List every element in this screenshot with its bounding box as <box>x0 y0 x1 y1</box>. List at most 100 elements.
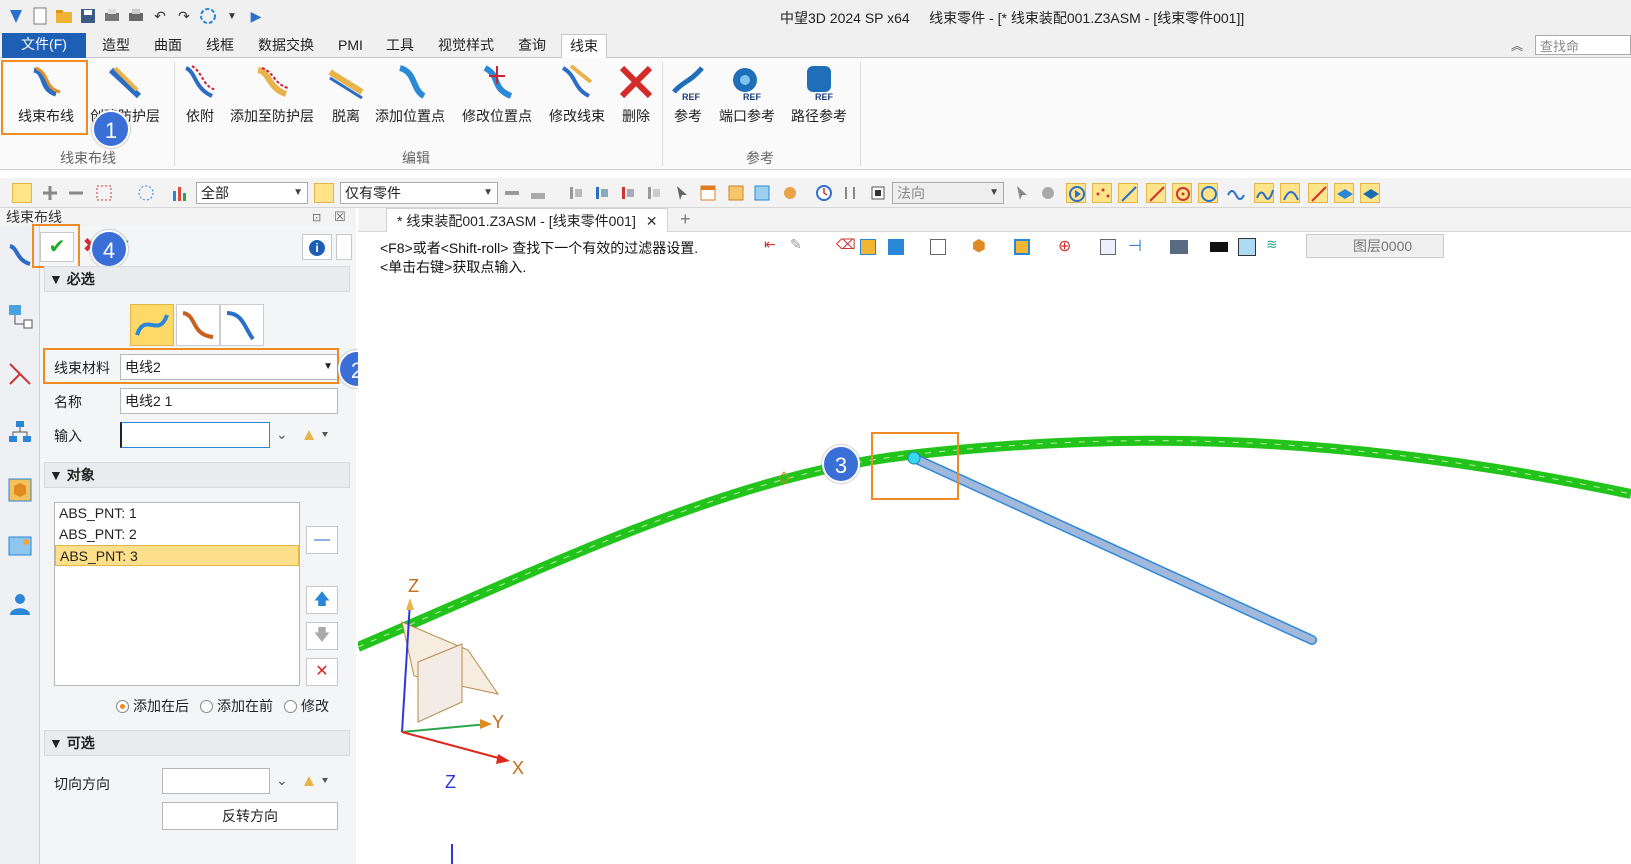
new-tab-icon[interactable]: + <box>680 209 691 230</box>
center-filter-icon[interactable] <box>1172 183 1192 203</box>
list-item[interactable]: ABS_PNT: 1 <box>55 503 299 524</box>
tab-wireframe[interactable]: 线框 <box>198 34 242 58</box>
points-filter-icon[interactable] <box>1092 183 1112 203</box>
run-icon[interactable]: ▶ <box>246 6 266 26</box>
line-filter-icon[interactable] <box>1118 183 1138 203</box>
cursor2-icon[interactable] <box>1012 183 1032 203</box>
part-view-icon[interactable] <box>6 476 34 504</box>
redo-icon[interactable]: ↷ <box>174 6 194 26</box>
modify-harness-button[interactable]: 修改线束 <box>546 62 608 134</box>
lasso-select-icon[interactable] <box>136 183 156 203</box>
reverse-direction-button[interactable]: 反转方向 <box>162 802 338 830</box>
image-icon[interactable] <box>752 183 772 203</box>
add-point-button[interactable]: 添加位置点 <box>372 62 448 134</box>
remove-item-button[interactable]: — <box>306 526 338 554</box>
add-select-icon[interactable] <box>40 183 60 203</box>
wire-segment[interactable] <box>910 454 1316 644</box>
dropdown-icon[interactable]: ▼ <box>222 6 242 26</box>
expand-chevron-icon[interactable]: ⌄ <box>276 426 288 443</box>
point-input-field[interactable] <box>120 422 270 448</box>
cursor-icon[interactable] <box>672 183 692 203</box>
route-mode-curve-button[interactable] <box>130 304 174 346</box>
new-file-icon[interactable] <box>30 6 50 26</box>
align-left-icon[interactable] <box>566 183 586 203</box>
image-view-icon[interactable] <box>6 532 34 560</box>
assembly-tree-icon[interactable] <box>6 302 34 330</box>
tab-data-exchange[interactable]: 数据交换 <box>250 34 322 58</box>
collapse-triangle-icon[interactable]: ▼ <box>49 271 63 287</box>
tab-file[interactable]: 文件(F) <box>2 33 86 58</box>
document-tab[interactable]: * 线束装配001.Z3ASM - [线束零件001] ✕ <box>386 208 669 232</box>
name-field[interactable]: 电线2 1 <box>120 388 338 414</box>
part-filter-icon[interactable] <box>314 183 334 203</box>
object-list[interactable]: ABS_PNT: 1 ABS_PNT: 2 ABS_PNT: 3 <box>54 502 300 686</box>
direction-select[interactable]: 法向 ▼ <box>892 182 1004 204</box>
search-input[interactable]: 查找命 <box>1535 35 1631 55</box>
move-up-button[interactable]: 🡅 <box>306 586 338 614</box>
bracket-icon[interactable] <box>840 183 860 203</box>
tab-tools[interactable]: 工具 <box>378 34 422 58</box>
modify-point-button[interactable]: 修改位置点 <box>458 62 536 134</box>
body-filter-icon[interactable] <box>1360 183 1380 203</box>
circle-filter-icon[interactable] <box>1198 183 1218 203</box>
scope-select[interactable]: 仅有零件 ▼ <box>340 182 498 204</box>
play-filter-icon[interactable] <box>1066 183 1086 203</box>
properties-icon[interactable] <box>726 183 746 203</box>
delete-button[interactable]: 删除 <box>616 62 656 134</box>
open-folder-icon[interactable] <box>54 6 74 26</box>
detach-button[interactable]: 脱离 <box>326 62 366 134</box>
select-pointer-icon[interactable] <box>12 183 32 203</box>
close-panel-icon[interactable]: ☒ <box>334 208 346 226</box>
pin-icon[interactable]: ⊡ <box>312 209 321 227</box>
reference-button[interactable]: REF 参考 <box>668 62 708 134</box>
radio-modify[interactable]: 修改 <box>284 696 329 716</box>
align-top-icon[interactable] <box>644 183 664 203</box>
settings-icon[interactable] <box>780 183 800 203</box>
radio-add-before[interactable]: 添加在前 <box>200 696 273 716</box>
user-icon[interactable] <box>6 590 34 618</box>
collapse-triangle-icon[interactable]: ▼ <box>49 467 63 483</box>
path-reference-button[interactable]: REF 路径参考 <box>788 62 850 134</box>
filter-icon[interactable] <box>170 183 190 203</box>
undo-icon[interactable]: ↶ <box>150 6 170 26</box>
port-reference-button[interactable]: REF 端口参考 <box>716 62 778 134</box>
tab-surface[interactable]: 曲面 <box>146 34 190 58</box>
snap-tool-icon[interactable] <box>502 183 522 203</box>
print-preview-icon[interactable] <box>126 6 146 26</box>
info-button[interactable]: i <box>302 234 332 260</box>
attach-button[interactable]: 依附 <box>180 62 220 134</box>
hierarchy-icon[interactable] <box>6 418 34 446</box>
spline-filter-icon[interactable] <box>1254 183 1274 203</box>
filter-select[interactable]: 全部 ▼ <box>196 182 308 204</box>
route-mode-path-button[interactable] <box>220 304 264 346</box>
clock-icon[interactable] <box>814 183 834 203</box>
radio-add-after[interactable]: 添加在后 <box>116 696 189 716</box>
tab-visual-style[interactable]: 视觉样式 <box>430 34 502 58</box>
route-mode-bend-button[interactable] <box>176 304 220 346</box>
tangent-direction-field[interactable] <box>162 768 270 794</box>
scene-canvas[interactable] <box>358 232 1631 864</box>
harness-tab-icon[interactable] <box>6 240 34 268</box>
delete-item-button[interactable]: ✕ <box>306 658 338 686</box>
list-item-selected[interactable]: ABS_PNT: 3 <box>55 545 299 566</box>
tab-modeling[interactable]: 造型 <box>94 34 138 58</box>
tab-query[interactable]: 查询 <box>510 34 554 58</box>
segment-filter-icon[interactable] <box>1146 183 1166 203</box>
close-tab-icon[interactable]: ✕ <box>646 213 658 229</box>
align-center-icon[interactable] <box>592 183 612 203</box>
wave-filter-icon[interactable] <box>1226 183 1246 203</box>
gear-icon[interactable] <box>1038 183 1058 203</box>
collapse-ribbon-icon[interactable]: ︽ <box>1511 37 1523 54</box>
expand-panel-button[interactable] <box>336 234 352 260</box>
list-item[interactable]: ABS_PNT: 2 <box>55 524 299 545</box>
save-icon[interactable] <box>78 6 98 26</box>
remove-select-icon[interactable] <box>66 183 86 203</box>
move-down-button[interactable]: 🡇 <box>306 622 338 650</box>
harness-curve[interactable] <box>358 435 1631 652</box>
print-icon[interactable] <box>102 6 122 26</box>
tab-harness[interactable]: 线束 <box>561 34 607 60</box>
align-right-icon[interactable] <box>618 183 638 203</box>
tab-pmi[interactable]: PMI <box>330 34 371 58</box>
face-filter-icon[interactable] <box>1334 183 1354 203</box>
refresh-icon[interactable] <box>198 6 218 26</box>
